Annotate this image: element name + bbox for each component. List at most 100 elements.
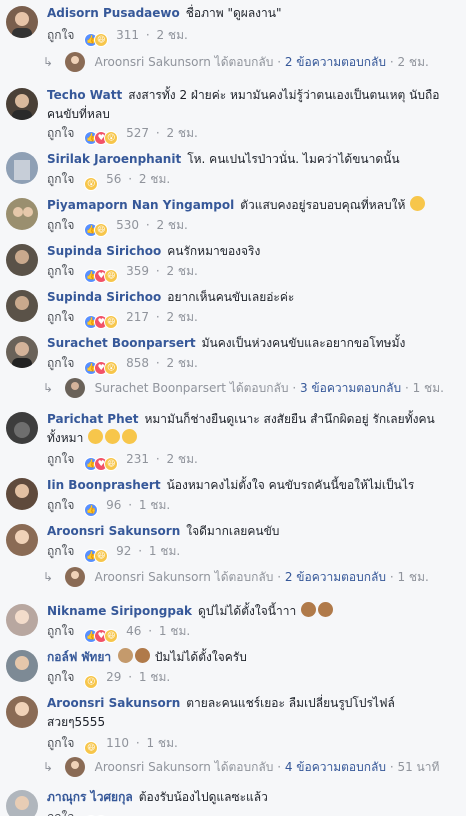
reply-count-link[interactable]: 2 ข้อความตอบกลับ xyxy=(285,55,386,69)
comment-actions: ถูกใจ 👍♥ 😮 858 · 2 ชม. xyxy=(47,354,198,375)
comment-author[interactable]: Parichat Phet xyxy=(47,412,138,426)
timestamp[interactable]: 1 ชม. xyxy=(139,670,170,684)
avatar[interactable] xyxy=(6,790,38,816)
comment-author[interactable]: Aroonsri Sakunsorn xyxy=(47,524,180,538)
reaction-count[interactable]: 527 xyxy=(126,126,149,140)
like-button[interactable]: ถูกใจ xyxy=(47,356,74,370)
reaction-count[interactable]: 311 xyxy=(116,28,139,42)
timestamp[interactable]: 2 ชม. xyxy=(156,28,187,42)
avatar[interactable] xyxy=(6,6,38,38)
like-button[interactable]: ถูกใจ xyxy=(47,310,74,324)
reply-summary[interactable]: ↳ Aroonsri Sakunsorn ได้ตอบกลับ · 4 ข้อค… xyxy=(43,757,439,777)
reply-summary[interactable]: ↳ Surachet Boonparsert ได้ตอบกลับ · 3 ข้… xyxy=(43,378,444,398)
reaction-count[interactable]: 217 xyxy=(126,310,149,324)
avatar[interactable] xyxy=(6,290,38,322)
avatar[interactable] xyxy=(6,336,38,368)
comment-author[interactable]: ภาณุกร ไวศยกุล xyxy=(47,790,133,804)
reaction-icons[interactable]: 👍♥ 😆 xyxy=(84,453,119,471)
like-button[interactable]: ถูกใจ xyxy=(47,218,74,232)
comment-author[interactable]: Adisorn Pusadaewo xyxy=(47,6,180,20)
like-button[interactable]: ถูกใจ xyxy=(47,172,74,186)
like-button[interactable]: ถูกใจ xyxy=(47,498,74,512)
timestamp[interactable]: 2 ชม. xyxy=(166,356,197,370)
reaction-icons[interactable]: 😆 xyxy=(84,737,99,755)
avatar[interactable] xyxy=(6,696,38,728)
reaction-count[interactable]: 530 xyxy=(116,218,139,232)
timestamp[interactable]: 1 ชม. xyxy=(139,498,170,512)
like-button[interactable]: ถูกใจ xyxy=(47,126,74,140)
timestamp[interactable]: 2 ชม. xyxy=(139,172,170,186)
reaction-icons[interactable]: 👍♥ 😆 xyxy=(84,625,119,643)
reply-count-link[interactable]: 4 ข้อความตอบกลับ xyxy=(285,760,386,774)
comment-author[interactable]: Techo Watt xyxy=(47,88,122,102)
reaction-count[interactable]: 858 xyxy=(126,356,149,370)
comment-author[interactable]: Sirilak Jaroenphanit xyxy=(47,152,181,166)
comment-text: โห. คนเปนไรป่าวนั่น. ไมคว่าได้ขนาดนั้น xyxy=(187,152,400,166)
like-button[interactable]: ถูกใจ xyxy=(47,544,74,558)
reaction-icons[interactable]: 👍♥ 😮 xyxy=(84,127,119,145)
reply-author: Aroonsri Sakunsorn xyxy=(94,55,211,69)
reaction-count[interactable]: 231 xyxy=(126,452,149,466)
timestamp[interactable]: 1 ชม. xyxy=(149,544,180,558)
reaction-icons[interactable]: 😮 xyxy=(84,671,99,689)
timestamp[interactable]: 2 ชม. xyxy=(166,264,197,278)
like-button[interactable]: ถูกใจ xyxy=(47,736,74,750)
reaction-icons[interactable]: 😮 xyxy=(84,173,99,191)
avatar[interactable] xyxy=(6,524,38,556)
reply-author: Surachet Boonparsert xyxy=(94,381,226,395)
comment-actions: ถูกใจ 👍😆 311 · 2 ชม. xyxy=(47,26,188,47)
avatar[interactable] xyxy=(6,604,38,636)
comment-author[interactable]: Iin Boonprashert xyxy=(47,478,161,492)
avatar[interactable] xyxy=(6,244,38,276)
timestamp[interactable]: 1 ชม. xyxy=(146,736,177,750)
reaction-count[interactable]: 46 xyxy=(126,624,141,638)
reply-count-link[interactable]: 3 ข้อความตอบกลับ xyxy=(300,381,401,395)
reaction-icons[interactable]: 👍😆 xyxy=(84,219,109,237)
reply-summary[interactable]: ↳ Aroonsri Sakunsorn ได้ตอบกลับ · 2 ข้อค… xyxy=(43,567,429,587)
comment-author[interactable]: Aroonsri Sakunsorn xyxy=(47,696,180,710)
reaction-icons[interactable]: 👍♥ 😆 xyxy=(84,311,119,329)
timestamp[interactable]: 2 ชม. xyxy=(166,126,197,140)
comment-author[interactable]: Supinda Sirichoo xyxy=(47,244,161,258)
timestamp[interactable]: 1 ชม. xyxy=(159,624,190,638)
reaction-icons[interactable]: 👍♥ 😆 xyxy=(84,265,119,283)
reaction-icons[interactable]: 👍♥ 😮 xyxy=(84,357,119,375)
reaction-icons[interactable]: 👍 xyxy=(84,499,99,517)
comment-author[interactable]: Supinda Sirichoo xyxy=(47,290,161,304)
reply-count-link[interactable]: 2 ข้อความตอบกลับ xyxy=(285,570,386,584)
like-button[interactable]: ถูกใจ xyxy=(47,810,74,816)
comment-actions: ถูกใจ 😆 110 · 1 ชม. xyxy=(47,734,178,755)
like-button[interactable]: ถูกใจ xyxy=(47,264,74,278)
like-button[interactable]: ถูกใจ xyxy=(47,28,74,42)
comment-text: ชื่อภาพ "ดูผลงาน" xyxy=(185,6,282,20)
comment-author[interactable]: Surachet Boonparsert xyxy=(47,336,196,350)
timestamp[interactable]: 2 ชม. xyxy=(166,452,197,466)
like-button[interactable]: ถูกใจ xyxy=(47,452,74,466)
reaction-icons[interactable]: 👍😆 xyxy=(84,29,109,47)
comment-actions: ถูกใจ 👍♥ 😆 359 · 2 ชม. xyxy=(47,262,198,283)
avatar[interactable] xyxy=(6,650,38,682)
reaction-count[interactable]: 56 xyxy=(106,172,121,186)
comment-author[interactable]: Nikname Siripongpak xyxy=(47,604,192,618)
timestamp[interactable]: 2 ชม. xyxy=(156,218,187,232)
reaction-count[interactable]: 359 xyxy=(126,264,149,278)
comment-author[interactable]: กอล์ฟ พัทยา xyxy=(47,650,111,664)
like-button[interactable]: ถูกใจ xyxy=(47,624,74,638)
comment-author[interactable]: Piyamaporn Nan Yingampol xyxy=(47,198,234,212)
reply-arrow-icon: ↳ xyxy=(43,55,54,69)
avatar[interactable] xyxy=(6,198,38,230)
avatar[interactable] xyxy=(6,412,38,444)
reply-summary[interactable]: ↳ Aroonsri Sakunsorn ได้ตอบกลับ · 2 ข้อค… xyxy=(43,52,429,72)
reaction-count[interactable]: 92 xyxy=(116,544,131,558)
avatar[interactable] xyxy=(6,152,38,184)
bear-emoji-icon xyxy=(300,602,334,618)
reaction-icons[interactable]: 👍♥ xyxy=(84,811,109,816)
timestamp[interactable]: 2 ชม. xyxy=(166,310,197,324)
reaction-icons[interactable]: 👍😆 xyxy=(84,545,109,563)
reaction-count[interactable]: 96 xyxy=(106,498,121,512)
reaction-count[interactable]: 110 xyxy=(106,736,129,750)
avatar[interactable] xyxy=(6,478,38,510)
like-button[interactable]: ถูกใจ xyxy=(47,670,74,684)
avatar[interactable] xyxy=(6,88,38,120)
reaction-count[interactable]: 29 xyxy=(106,670,121,684)
